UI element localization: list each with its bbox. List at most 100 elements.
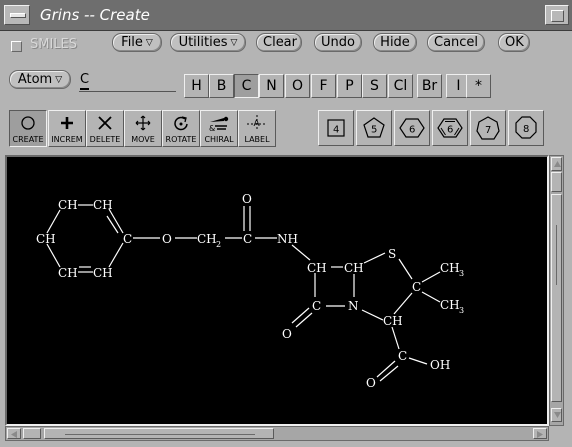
create-tool-label: CREATE [12, 135, 44, 144]
atom-subscript: 3 [459, 306, 464, 315]
scroll-down-button[interactable] [551, 408, 562, 422]
smiles-label: SMILES [30, 37, 78, 52]
heptagon-ring-icon: 7 [476, 116, 500, 140]
arrow-left-icon [11, 431, 17, 438]
arrow-up-icon [554, 161, 561, 167]
increment-tool-label: INCREM [51, 135, 83, 144]
atom-label: CH [344, 261, 364, 275]
atom-label: CH [440, 298, 460, 312]
element-button-br[interactable]: Br [417, 74, 442, 98]
increment-tool-button[interactable]: INCREM [48, 110, 86, 147]
molecule-canvas[interactable]: CH CH CH CH CH C O CH 2 O C NH CH CH S C… [5, 155, 549, 426]
utilities-menu-button[interactable]: Utilities ▽ [170, 33, 246, 52]
ring-5-button[interactable]: 5 [356, 110, 392, 146]
element-button-o[interactable]: O [285, 74, 310, 98]
hide-button[interactable]: Hide [373, 33, 417, 52]
scroll-up-step-button[interactable] [551, 172, 562, 192]
chevron-down-icon: ▽ [145, 38, 153, 48]
element-button-b[interactable]: B [209, 74, 234, 98]
file-menu-label: File [121, 35, 143, 50]
atom-label: C [312, 299, 321, 313]
ring-4-button[interactable]: 4 [318, 110, 354, 146]
ok-button[interactable]: OK [498, 33, 530, 52]
atom-label: CH [93, 198, 113, 212]
element-button-p[interactable]: P [337, 74, 362, 98]
atom-subscript: 2 [216, 240, 221, 249]
rotate-icon [174, 116, 188, 131]
atom-label: NH [277, 232, 298, 246]
circle-icon [21, 116, 35, 130]
scroll-left-step-button[interactable] [23, 428, 41, 439]
element-button-s[interactable]: S [362, 74, 387, 98]
element-input[interactable] [79, 70, 176, 92]
ring-6-label: 6 [409, 125, 415, 136]
horizontal-scroll-thumb[interactable] [44, 428, 274, 439]
clear-button[interactable]: Clear [256, 33, 302, 52]
undo-button[interactable]: Undo [314, 33, 362, 52]
atom-menu-button[interactable]: Atom ▽ [9, 70, 71, 89]
atom-label: O [242, 192, 252, 206]
window-title: Grins -- Create [40, 6, 150, 24]
svg-text:&: & [209, 124, 215, 132]
window-menu-button[interactable] [4, 5, 30, 25]
move-tool-button[interactable]: MOVE [124, 110, 162, 147]
atom-label: CH [58, 266, 78, 280]
file-menu-button[interactable]: File ▽ [112, 33, 162, 52]
hexagon-ring-icon: 6 [399, 118, 425, 138]
element-button-cl[interactable]: Cl [388, 74, 413, 98]
utilities-menu-label: Utilities [178, 35, 228, 50]
label-tool-label: LABEL [244, 135, 270, 144]
element-button-wildcard[interactable]: * [466, 74, 491, 98]
atom-label: C [398, 349, 407, 363]
element-input-value: C [80, 72, 90, 87]
atom-label: O [282, 327, 292, 341]
ring-7-button[interactable]: 7 [470, 110, 506, 146]
scrollbar-corner [549, 426, 564, 441]
octagon-ring-icon: 8 [515, 116, 537, 139]
rotate-tool-label: ROTATE [165, 135, 197, 144]
pentagon-ring-icon: 5 [363, 117, 385, 138]
label-tool-button[interactable]: A LABEL [238, 110, 276, 147]
element-button-h[interactable]: H [184, 74, 209, 98]
ring-5-label: 5 [371, 125, 377, 136]
atom-label: N [348, 299, 359, 313]
smiles-checkbox[interactable] [11, 41, 22, 52]
horizontal-scrollbar[interactable] [5, 426, 549, 441]
element-button-c[interactable]: C [234, 74, 259, 98]
move-arrows-icon [135, 115, 151, 131]
ring-6-button[interactable]: 6 [394, 110, 430, 146]
chiral-tool-button[interactable]: & CHIRAL [200, 110, 238, 147]
scroll-right-button[interactable] [533, 428, 547, 439]
atom-label: S [388, 247, 396, 261]
atom-label: CH [440, 261, 460, 275]
arrow-right-icon [537, 431, 543, 438]
chevron-down-icon: ▽ [55, 75, 63, 85]
plus-icon [61, 117, 73, 129]
delete-tool-button[interactable]: DELETE [86, 110, 124, 147]
atom-label: C [412, 280, 421, 294]
cancel-button[interactable]: Cancel [427, 33, 485, 52]
scroll-left-button[interactable] [7, 428, 21, 439]
atom-label: CH [36, 232, 56, 246]
rotate-tool-button[interactable]: ROTATE [162, 110, 200, 147]
ring-8-button[interactable]: 8 [508, 110, 544, 146]
chiral-tool-label: CHIRAL [204, 135, 234, 144]
square-ring-icon: 4 [327, 119, 345, 137]
molecule-drawing: CH CH CH CH CH C O CH 2 O C NH CH CH S C… [36, 192, 464, 390]
ring-benzene-button[interactable]: 6 [432, 110, 468, 146]
vertical-scrollbar[interactable] [549, 155, 564, 426]
benzene-ring-icon: 6 [437, 118, 463, 138]
maximize-button[interactable] [545, 5, 569, 25]
element-button-f[interactable]: F [311, 74, 336, 98]
atom-label: CH [58, 198, 78, 212]
element-button-n[interactable]: N [259, 74, 284, 98]
ring-7-label: 7 [485, 125, 491, 136]
atom-label: CH [93, 266, 113, 280]
atom-label: OH [430, 358, 450, 372]
text-cursor [80, 88, 89, 90]
chiral-icon: & [209, 116, 229, 132]
scroll-up-button[interactable] [551, 157, 562, 171]
ring-benzene-label: 6 [447, 125, 453, 136]
create-tool-button[interactable]: CREATE [9, 110, 47, 147]
vertical-scroll-thumb[interactable] [551, 194, 562, 402]
